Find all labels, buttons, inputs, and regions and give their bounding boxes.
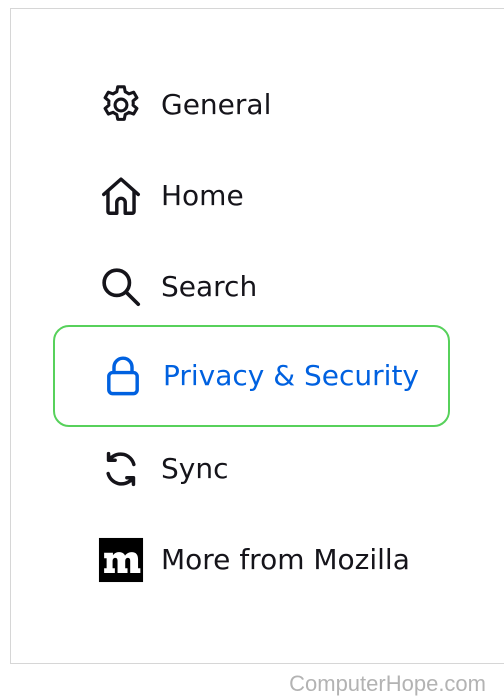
sidebar-item-label: Privacy & Security [163,359,419,392]
sidebar-item-label: General [161,88,271,121]
sidebar-item-label: Home [161,179,244,212]
gear-icon [97,81,145,129]
lock-icon [99,352,147,400]
mozilla-m-icon [97,536,145,584]
sidebar-item-sync[interactable]: Sync [53,418,450,520]
sidebar-item-label: More from Mozilla [161,543,410,576]
sidebar-item-general[interactable]: General [53,54,450,156]
sidebar-item-home[interactable]: Home [53,145,450,247]
sidebar-item-label: Search [161,270,257,303]
sidebar-item-label: Sync [161,452,228,485]
watermark: ComputerHope.com [289,671,486,697]
sidebar-item-more-from-mozilla[interactable]: More from Mozilla [53,509,450,611]
home-icon [97,172,145,220]
sidebar-item-search[interactable]: Search [53,236,450,338]
preferences-sidebar: General Home Search Privacy & Security [0,0,504,695]
magnifier-icon [97,263,145,311]
sidebar-item-privacy-security[interactable]: Privacy & Security [53,325,450,427]
sync-icon [97,445,145,493]
